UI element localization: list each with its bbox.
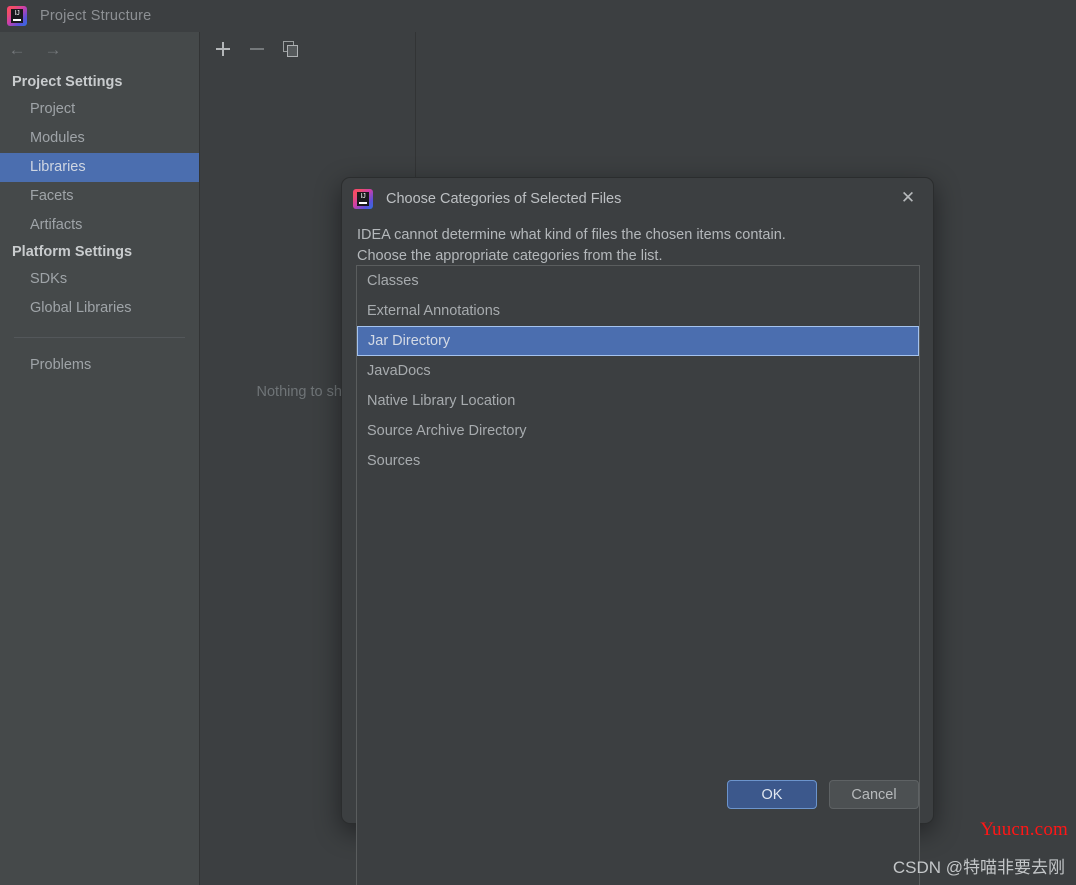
window-title: Project Structure <box>40 8 152 24</box>
category-item-javadocs[interactable]: JavaDocs <box>357 356 919 386</box>
arrow-left-icon[interactable]: ← <box>8 41 26 58</box>
dialog-titlebar: IJ Choose Categories of Selected Files ✕ <box>342 178 933 219</box>
watermark-site: Yuucn.com <box>980 819 1068 840</box>
category-item-native-library-location[interactable]: Native Library Location <box>357 386 919 416</box>
close-icon[interactable]: ✕ <box>897 187 919 209</box>
copy-icon <box>283 41 299 57</box>
sidebar-item-problems[interactable]: Problems <box>0 351 199 380</box>
sidebar-item-modules[interactable]: Modules <box>0 124 199 153</box>
watermark-author: CSDN @特喵非要去刚 <box>892 858 1065 877</box>
plus-icon <box>216 42 230 56</box>
category-item-external-annotations[interactable]: External Annotations <box>357 296 919 326</box>
sidebar-item-sdks[interactable]: SDKs <box>0 265 199 294</box>
category-item-jar-directory[interactable]: Jar Directory <box>357 326 919 356</box>
intellij-idea-logo-icon: IJ <box>7 6 27 26</box>
minus-icon <box>250 48 264 50</box>
sidebar-item-project[interactable]: Project <box>0 95 199 124</box>
cancel-button[interactable]: Cancel <box>829 780 919 809</box>
sidebar-item-global-libraries[interactable]: Global Libraries <box>0 294 199 323</box>
sidebar-item-artifacts[interactable]: Artifacts <box>0 211 199 240</box>
sidebar-group-project-settings: Project Settings <box>12 74 123 90</box>
sidebar-divider <box>14 337 185 338</box>
remove-library-button[interactable] <box>247 39 267 59</box>
libraries-toolbar <box>201 32 415 66</box>
copy-library-button[interactable] <box>281 39 301 59</box>
window-titlebar: IJ Project Structure <box>0 0 1076 32</box>
intellij-idea-logo-icon: IJ <box>353 188 373 209</box>
add-library-button[interactable] <box>213 39 233 59</box>
dialog-message-line-1: IDEA cannot determine what kind of files… <box>357 227 786 243</box>
sidebar-nav-arrows: ← → <box>0 32 199 66</box>
dialog-message: IDEA cannot determine what kind of files… <box>342 219 933 267</box>
choose-categories-dialog: IJ Choose Categories of Selected Files ✕… <box>341 177 934 885</box>
sidebar-group-platform-settings: Platform Settings <box>12 244 133 260</box>
app-window: IJ Project Structure ← → Project Setting… <box>0 0 1076 885</box>
dialog-message-line-2: Choose the appropriate categories from t… <box>357 248 663 264</box>
category-item-classes[interactable]: Classes <box>357 266 919 296</box>
category-item-sources[interactable]: Sources <box>357 446 919 476</box>
settings-sidebar: ← → Project Settings Project Modules Lib… <box>0 32 200 885</box>
sidebar-item-facets[interactable]: Facets <box>0 182 199 211</box>
category-item-source-archive-directory[interactable]: Source Archive Directory <box>357 416 919 446</box>
dialog-title: Choose Categories of Selected Files <box>386 190 622 207</box>
ok-button[interactable]: OK <box>727 780 817 809</box>
dialog-button-bar: OK Cancel <box>727 780 919 809</box>
arrow-right-icon[interactable]: → <box>44 41 62 58</box>
sidebar-list: Project Settings Project Modules Librari… <box>0 66 199 380</box>
sidebar-item-libraries[interactable]: Libraries <box>0 153 199 182</box>
